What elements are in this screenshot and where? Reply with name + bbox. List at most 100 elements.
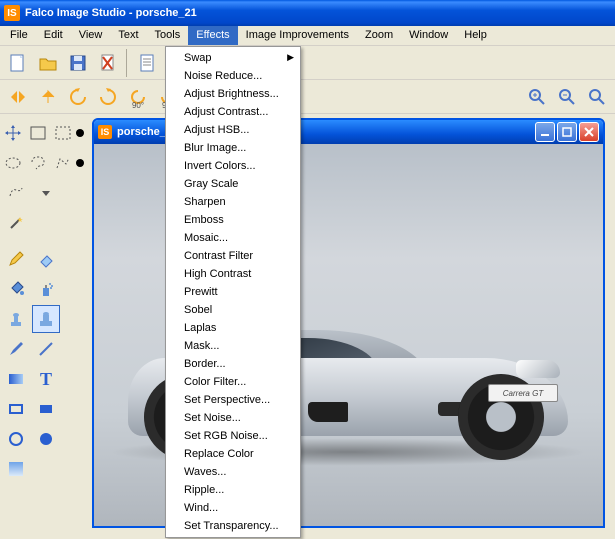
marquee-rect-tool[interactable] <box>27 119 50 147</box>
effects-item-mask[interactable]: Mask... <box>166 337 300 355</box>
flip-v-icon <box>38 87 58 107</box>
gradient-rect-tool[interactable] <box>2 365 30 393</box>
effects-item-prewitt[interactable]: Prewitt <box>166 283 300 301</box>
effects-item-emboss[interactable]: Emboss <box>166 211 300 229</box>
eraser-icon <box>37 250 55 268</box>
clone-icon <box>37 310 55 328</box>
effects-item-contrast-filter[interactable]: Contrast Filter <box>166 247 300 265</box>
menu-window[interactable]: Window <box>401 26 456 45</box>
ellipse-select-tool[interactable] <box>2 149 25 177</box>
menu-zoom[interactable]: Zoom <box>357 26 401 45</box>
minimize-button[interactable] <box>535 122 555 142</box>
document-title: porsche_ <box>117 126 166 138</box>
save-file-button[interactable] <box>64 49 92 77</box>
polyline-select-tool[interactable] <box>51 149 74 177</box>
effects-item-blur-image[interactable]: Blur Image... <box>166 139 300 157</box>
menubar: File Edit View Text Tools Effects Image … <box>0 26 615 46</box>
effects-item-color-filter[interactable]: Color Filter... <box>166 373 300 391</box>
effects-item-border[interactable]: Border... <box>166 355 300 373</box>
circle-icon <box>7 430 25 448</box>
effects-item-waves[interactable]: Waves... <box>166 463 300 481</box>
effects-item-mosaic[interactable]: Mosaic... <box>166 229 300 247</box>
properties-button[interactable] <box>134 49 162 77</box>
zoom-in-icon <box>527 87 547 107</box>
marquee-dashed-tool[interactable] <box>51 119 74 147</box>
effects-item-gray-scale[interactable]: Gray Scale <box>166 175 300 193</box>
brush-tool[interactable] <box>2 335 30 363</box>
move-icon <box>4 124 22 142</box>
effects-item-swap[interactable]: Swap▶ <box>166 49 300 67</box>
text-tool[interactable]: T <box>32 365 60 393</box>
rotate-90-ccw-button[interactable]: 90° <box>124 83 152 111</box>
magic-wand-tool[interactable] <box>2 209 30 237</box>
rotate-ccw-icon <box>68 87 88 107</box>
eraser-tool[interactable] <box>32 245 60 273</box>
color-dot-1[interactable] <box>76 129 84 137</box>
filled-circle-tool[interactable] <box>32 425 60 453</box>
new-file-button[interactable] <box>4 49 32 77</box>
menu-text[interactable]: Text <box>110 26 146 45</box>
gradient-rect-icon <box>7 370 25 388</box>
lasso-tool[interactable] <box>27 149 50 177</box>
maximize-button[interactable] <box>557 122 577 142</box>
effects-item-sobel[interactable]: Sobel <box>166 301 300 319</box>
delete-page-icon <box>98 53 118 73</box>
toolbar-row-2: 90° 90° <box>0 80 615 114</box>
zoom-in-button[interactable] <box>523 83 551 111</box>
line-tool[interactable] <box>32 335 60 363</box>
effects-item-replace-color[interactable]: Replace Color <box>166 445 300 463</box>
rotate-90-ccw-label: 90° <box>132 101 144 110</box>
menu-file[interactable]: File <box>2 26 36 45</box>
flip-h-button[interactable] <box>4 83 32 111</box>
effects-item-ripple[interactable]: Ripple... <box>166 481 300 499</box>
document-icon: IS <box>98 125 112 139</box>
flip-v-button[interactable] <box>34 83 62 111</box>
gradient-swatch-icon <box>7 460 25 478</box>
effects-item-set-perspective[interactable]: Set Perspective... <box>166 391 300 409</box>
color-dot-2[interactable] <box>76 159 84 167</box>
open-file-button[interactable] <box>34 49 62 77</box>
effects-item-set-transparency[interactable]: Set Transparency... <box>166 517 300 535</box>
rectangle-tool[interactable] <box>2 395 30 423</box>
line-icon <box>37 340 55 358</box>
menu-effects[interactable]: Effects <box>188 26 237 45</box>
zoom-out-button[interactable] <box>553 83 581 111</box>
effects-item-adjust-brightness[interactable]: Adjust Brightness... <box>166 85 300 103</box>
effects-item-sharpen[interactable]: Sharpen <box>166 193 300 211</box>
effects-item-set-noise[interactable]: Set Noise... <box>166 409 300 427</box>
effects-item-high-contrast[interactable]: High Contrast <box>166 265 300 283</box>
menu-tools[interactable]: Tools <box>147 26 189 45</box>
select-options-tool[interactable] <box>32 179 60 207</box>
rotate-cw-button[interactable] <box>94 83 122 111</box>
menu-edit[interactable]: Edit <box>36 26 71 45</box>
effects-item-invert-colors[interactable]: Invert Colors... <box>166 157 300 175</box>
menu-image-improvements[interactable]: Image Improvements <box>238 26 357 45</box>
gradient-swatch-tool[interactable] <box>2 455 30 483</box>
bucket-tool[interactable] <box>2 275 30 303</box>
filled-rect-tool[interactable] <box>32 395 60 423</box>
menu-help[interactable]: Help <box>456 26 495 45</box>
effects-item-adjust-contrast[interactable]: Adjust Contrast... <box>166 103 300 121</box>
circle-tool[interactable] <box>2 425 30 453</box>
close-button[interactable] <box>579 122 599 142</box>
zoom-fit-button[interactable] <box>583 83 611 111</box>
pencil-tool[interactable] <box>2 245 30 273</box>
effects-item-wind[interactable]: Wind... <box>166 499 300 517</box>
spray-tool[interactable] <box>32 275 60 303</box>
effects-item-adjust-hsb[interactable]: Adjust HSB... <box>166 121 300 139</box>
effects-item-set-rgb-noise[interactable]: Set RGB Noise... <box>166 427 300 445</box>
freehand-select-tool[interactable] <box>2 179 30 207</box>
menu-view[interactable]: View <box>71 26 111 45</box>
effects-item-laplas[interactable]: Laplas <box>166 319 300 337</box>
marquee-dashed-icon <box>54 124 72 142</box>
rotate-ccw-button[interactable] <box>64 83 92 111</box>
clone-tool[interactable] <box>32 305 60 333</box>
save-file-icon <box>68 53 88 73</box>
move-tool[interactable] <box>2 119 25 147</box>
rectangle-icon <box>7 400 25 418</box>
delete-page-button[interactable] <box>94 49 122 77</box>
effects-item-noise-reduce[interactable]: Noise Reduce... <box>166 67 300 85</box>
window-title: Falco Image Studio - porsche_21 <box>25 7 197 19</box>
lasso-icon <box>29 154 47 172</box>
stamp-tool[interactable] <box>2 305 30 333</box>
